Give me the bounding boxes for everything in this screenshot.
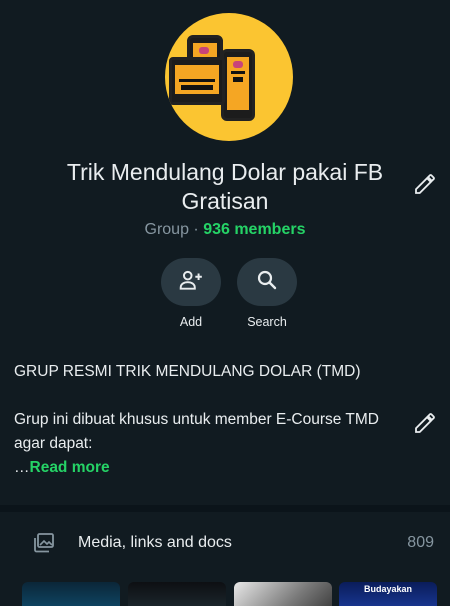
search-label: Search (247, 315, 287, 329)
group-subtitle: Group · 936 members (0, 221, 450, 239)
search-icon (255, 268, 279, 297)
media-thumbnail[interactable] (128, 582, 226, 606)
avatar-tablet (169, 57, 225, 105)
edit-title-icon[interactable] (413, 172, 437, 196)
subtitle-separator: · (188, 221, 204, 238)
media-gallery-icon (32, 531, 56, 560)
member-count[interactable]: 936 members (203, 221, 305, 238)
media-links-docs-row[interactable]: Media, links and docs 809 (0, 522, 450, 564)
media-label: Media, links and docs (78, 534, 232, 551)
thumbnail-caption: Budayakan (363, 584, 413, 594)
avatar-phone-front (221, 49, 255, 121)
media-count: 809 (407, 534, 434, 551)
edit-description-icon[interactable] (413, 411, 437, 435)
add-button[interactable]: Add (156, 258, 226, 329)
description-body: Grup ini dibuat khusus untuk member E-Co… (14, 409, 404, 479)
media-thumbnail[interactable] (22, 582, 120, 606)
description-line-3: …Read more (14, 457, 404, 479)
description-line-2: agar dapat: (14, 435, 93, 452)
search-button[interactable]: Search (232, 258, 302, 329)
description-ellipsis: … (14, 459, 30, 476)
add-label: Add (179, 315, 203, 329)
read-more-link[interactable]: Read more (30, 459, 110, 476)
section-divider (0, 505, 450, 512)
group-title: Trik Mendulang Dolar pakai FB Gratisan (66, 159, 384, 214)
add-person-icon (178, 267, 204, 298)
media-thumbnail[interactable]: Budayakan (339, 582, 437, 606)
group-avatar[interactable] (165, 13, 293, 141)
group-type: Group (144, 221, 189, 238)
description-heading: GRUP RESMI TRIK MENDULANG DOLAR (TMD) (14, 363, 361, 380)
description-line-1: Grup ini dibuat khusus untuk member E-Co… (14, 411, 379, 428)
media-thumbnail[interactable] (234, 582, 332, 606)
